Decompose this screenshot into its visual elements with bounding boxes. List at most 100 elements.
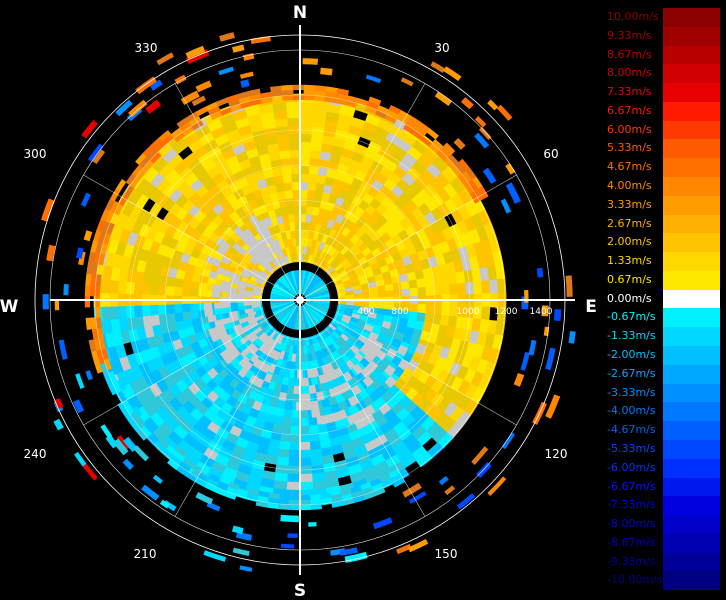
far-echo-cell [232,44,245,53]
far-echo-cell [372,517,393,530]
far-echo-cell [152,474,163,484]
echo-cell [300,173,310,183]
legend-entry-swatch [663,439,720,459]
far-echo-cell [505,182,521,204]
echo-cell [481,280,491,295]
echo-cell [189,288,199,297]
outer-band-cell [426,128,439,140]
far-echo-cell [83,230,93,242]
legend-entry-label: 9.33m/s [607,28,652,42]
legend-entry: -7.33m/s [605,496,720,516]
legend-entry-swatch [663,533,720,553]
legend-entry: -3.33m/s [605,383,720,403]
legend-entry-label: -9.33m/s [607,554,656,568]
legend-entry-label: -5.33m/s [607,441,656,455]
legend-entry: -2.67m/s [605,364,720,384]
outer-band-cell [278,493,290,500]
echo-cell [286,481,300,491]
legend-entry-swatch [663,177,720,196]
legend-entry-swatch [663,402,720,422]
echo-cell [385,290,395,298]
legend-entry: -2.00m/s [605,346,720,365]
echo-cell [457,282,467,295]
legend-entry-label: 0.67m/s [607,272,652,286]
outer-band-cell [281,84,294,91]
legend-entry-label: 4.67m/s [607,160,652,174]
outer-band-cell [115,179,127,192]
echo-cell [441,305,451,317]
compass-east-label: E [585,297,597,317]
legend-entry-label: -4.67m/s [607,423,656,437]
legend-entry-label: -2.00m/s [607,348,656,362]
legend-entry: 5.33m/s [605,139,720,159]
echo-cell [117,305,127,320]
legend-entry-swatch [663,195,720,215]
far-echo-cell [239,565,253,572]
echo-cell [133,305,143,318]
echo-cell [473,280,483,295]
far-echo-cell [444,485,456,496]
echo-cell [117,280,127,294]
echo-cell [284,189,294,199]
compass-west-label: W [0,297,19,317]
echo-cell [197,288,207,297]
echo-cell [441,284,451,296]
legend-entry-swatch [663,158,720,178]
range-label-1400: 1400 [530,307,553,317]
far-echo-cell [496,104,513,121]
echo-cell [277,448,290,458]
far-echo-cell [141,484,160,501]
echo-cell [181,287,191,297]
far-echo-cell [72,399,85,414]
echo-cell [417,304,427,314]
echo-cell [173,286,183,296]
legend-entry: 2.00m/s [605,233,720,253]
echo-cell [300,117,314,127]
echo-cell [377,302,387,310]
echo-cell [291,409,300,419]
echo-cell [310,456,324,466]
range-label-800: 800 [391,307,408,317]
echo-cell [425,304,435,315]
legend-entry: 4.00m/s [605,177,720,196]
legend-entry: 6.67m/s [605,101,720,121]
outer-band-cell [292,94,305,101]
far-echo-cell [195,492,214,505]
far-echo-cell [565,275,573,297]
far-echo-cell [46,244,56,262]
legend-entry-swatch [663,139,720,159]
echo-cell [425,286,435,296]
compass-north-label: N [293,3,307,23]
far-echo-cell [453,137,466,150]
outer-band-cell [84,284,91,297]
echo-cell [282,416,292,427]
echo-cell [141,282,151,295]
legend-entry: 10.00m/s [605,8,720,27]
legend-entry-label: 6.00m/s [607,122,652,136]
far-echo-cell [476,462,492,479]
far-echo-cell [58,339,68,360]
legend-entry-label: 3.33m/s [607,197,652,211]
echo-cell [281,165,292,176]
far-echo-cell [81,120,98,139]
radar-site-marker [296,296,304,304]
echo-cell [299,473,313,483]
clutter-cell [219,302,229,309]
echo-cell [109,279,120,294]
echo-cell [409,287,419,297]
far-echo-cell [520,352,530,371]
far-echo-cell [75,373,85,389]
legend-entry-swatch [663,327,720,347]
far-echo-cell [42,294,49,310]
azimuth-label-300: 300 [24,147,47,161]
echo-cell [109,305,119,320]
far-echo-cell [53,418,64,431]
echo-cell [166,312,176,324]
outer-band-cell [288,504,300,511]
legend-entry: 3.33m/s [605,195,720,215]
echo-cell [282,173,293,184]
far-echo-cell [122,458,134,471]
legend-entry: -0.67m/s [605,308,720,328]
outer-band-cell [299,504,311,511]
compass-south-label: S [294,581,306,600]
